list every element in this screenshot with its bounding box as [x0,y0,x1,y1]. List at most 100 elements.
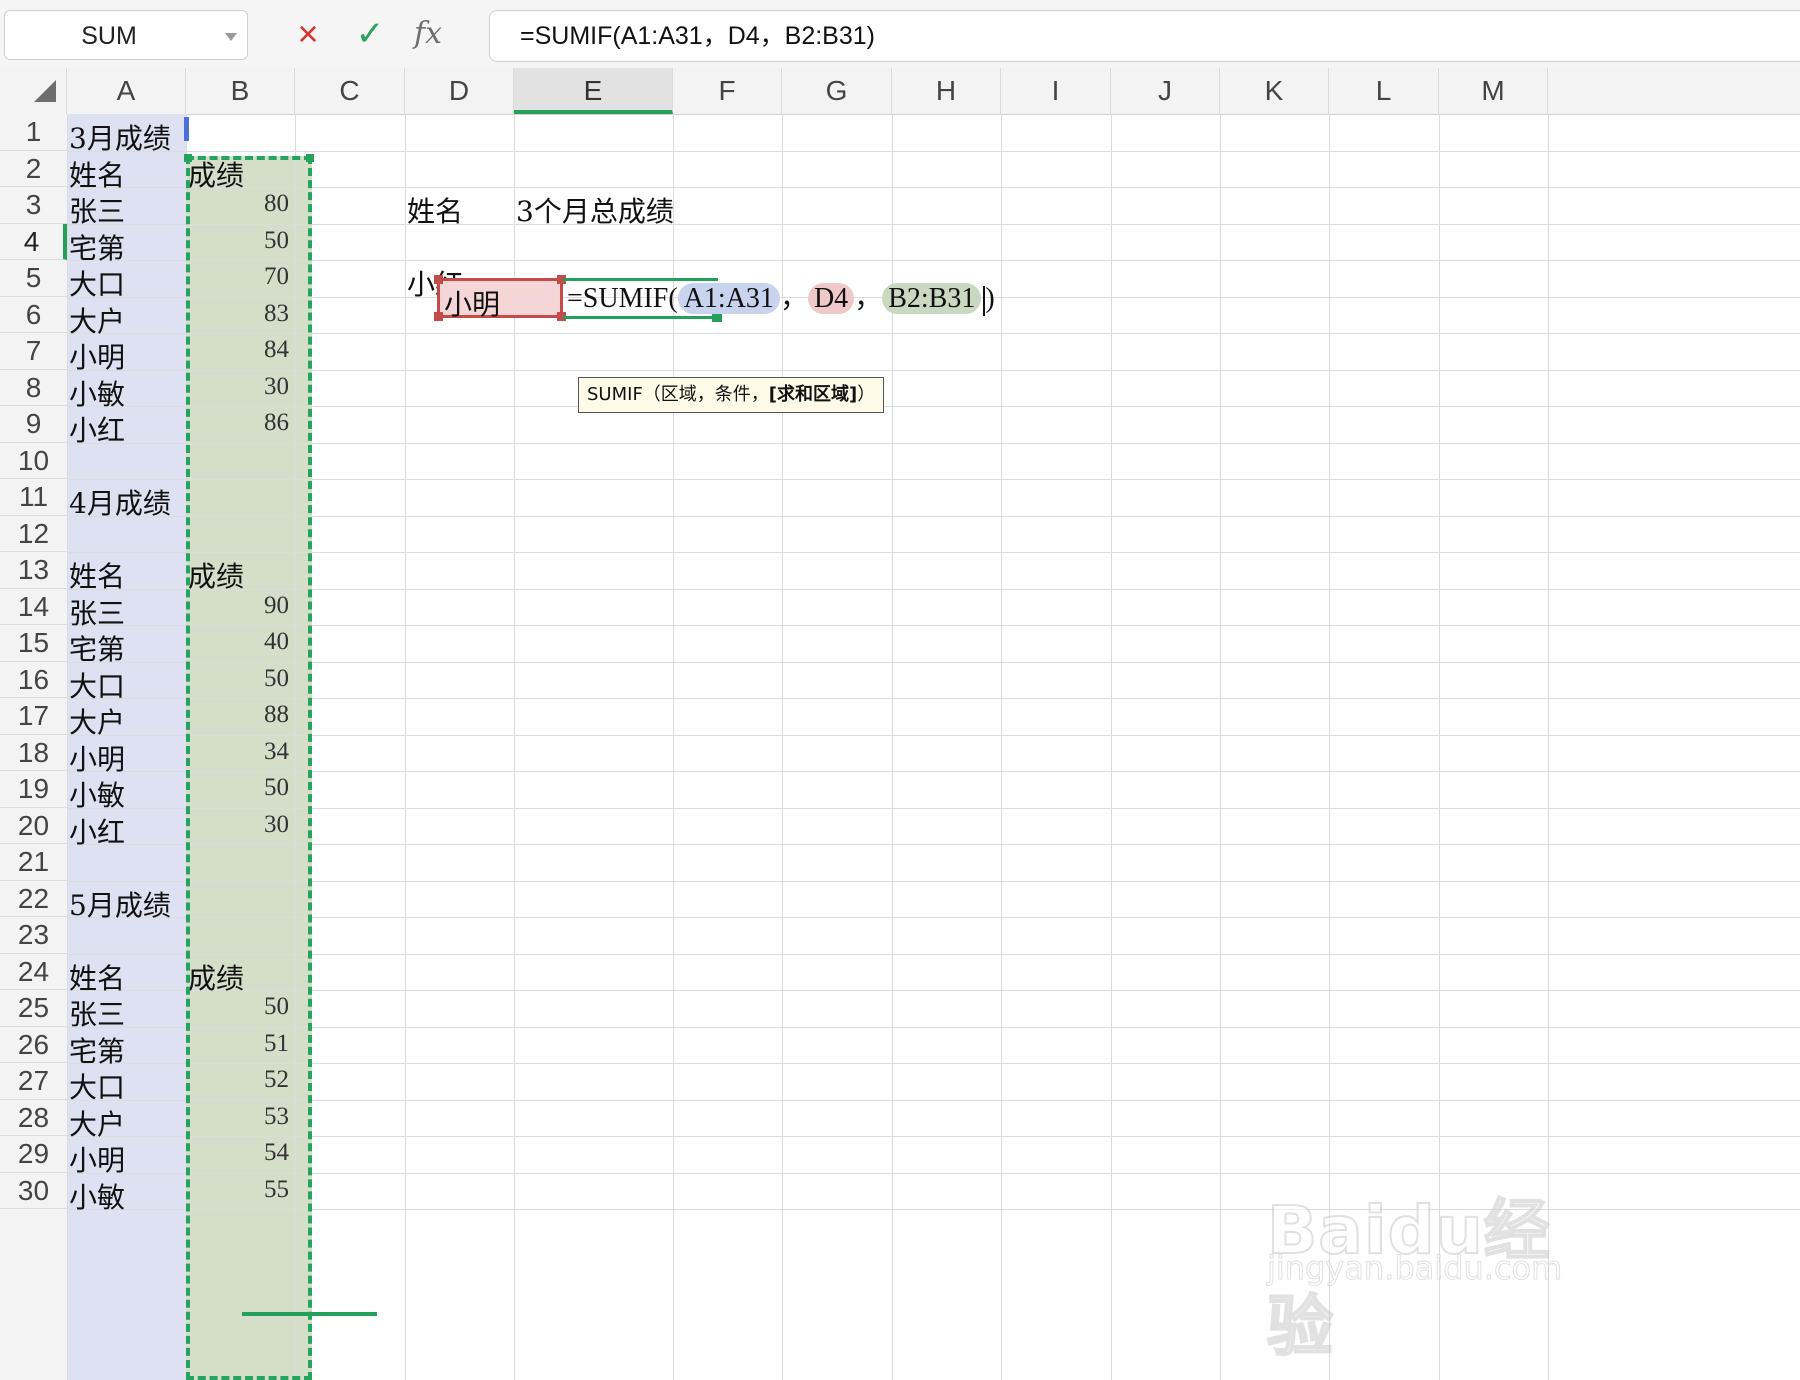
cell-a3[interactable]: 张三 [69,190,125,230]
row-header-8[interactable]: 8 [0,370,67,406]
in-cell-formula-editor[interactable]: =SUMIF(A1:A31， D4， B2:B31) [563,280,995,318]
column-header-j[interactable]: J [1111,68,1220,114]
cancel-icon[interactable]: × [288,12,328,56]
row-header-27[interactable]: 27 [0,1063,67,1100]
grid-line [67,625,1800,626]
cell-a27[interactable]: 大口 [69,1066,125,1106]
row-header-6[interactable]: 6 [0,297,67,333]
chevron-down-icon[interactable] [225,33,237,41]
watermark-url: jingyan.baidu.com [1266,1249,1563,1288]
row-header-12[interactable]: 12 [0,516,67,552]
formula-input[interactable]: =SUMIF(A1:A31，D4，B2:B31) [489,10,1800,62]
cell-a22[interactable]: 5月成绩 [69,884,171,924]
row-header-28[interactable]: 28 [0,1100,67,1136]
criteria-cell-d4[interactable]: 小明 [434,275,566,321]
row-header-7[interactable]: 7 [0,333,67,370]
confirm-icon[interactable]: ✓ [350,12,390,56]
column-header-h[interactable]: H [892,68,1001,114]
formula-ref-sum-range[interactable]: B2:B31 [882,283,982,314]
row-header-15[interactable]: 15 [0,625,67,662]
row-header-10[interactable]: 10 [0,443,67,479]
cell-a28[interactable]: 大户 [69,1103,125,1143]
cell-a14[interactable]: 张三 [69,592,125,632]
column-header-m[interactable]: M [1439,68,1548,114]
grid-line [67,844,1800,845]
column-header-f[interactable]: F [673,68,782,114]
cell-a26[interactable]: 宅第 [69,1030,125,1070]
cell-d3[interactable]: 姓名 [407,190,463,230]
cell-a16[interactable]: 大口 [69,665,125,705]
select-all-icon [34,80,56,102]
row-header-25[interactable]: 25 [0,990,67,1027]
criteria-handle[interactable] [434,312,443,321]
grid-line [67,990,1800,991]
column-header-d[interactable]: D [405,68,514,114]
formula-ref-criteria[interactable]: D4 [807,283,855,314]
cell-a13[interactable]: 姓名 [69,555,125,595]
cell-a4[interactable]: 宅第 [69,227,125,267]
name-box-value: SUM [81,22,137,50]
cell-a17[interactable]: 大户 [69,701,125,741]
grid-line [67,406,1800,407]
cell-a9[interactable]: 小红 [69,409,125,449]
cell-e3[interactable]: 3个月总成绩 [516,190,674,230]
column-header-b[interactable]: B [186,68,295,114]
formula-ref-range[interactable]: A1:A31 [677,283,780,314]
cell-a1[interactable]: 3月成绩 [69,117,171,157]
row-header-18[interactable]: 18 [0,735,67,771]
row-header-22[interactable]: 22 [0,881,67,917]
select-all-button[interactable] [0,68,67,114]
marquee-handle[interactable] [184,154,192,162]
cell-a7[interactable]: 小明 [69,336,125,376]
grid-line [67,698,1800,699]
formula-separator: ， [854,283,883,314]
cell-a29[interactable]: 小明 [69,1139,125,1179]
cell-a11[interactable]: 4月成绩 [69,482,171,522]
cell-a15[interactable]: 宅第 [69,628,125,668]
name-box[interactable]: SUM [4,10,248,60]
cell-a8[interactable]: 小敏 [69,373,125,413]
row-header-2[interactable]: 2 [0,151,67,187]
cell-a18[interactable]: 小明 [69,738,125,778]
row-header-4[interactable]: 4 [0,223,67,260]
column-header-g[interactable]: G [782,68,892,114]
row-header-29[interactable]: 29 [0,1136,67,1173]
column-header-i[interactable]: I [1001,68,1111,114]
row-header-14[interactable]: 14 [0,589,67,625]
grid-line [67,515,1800,517]
row-header-5[interactable]: 5 [0,260,67,297]
column-header-k[interactable]: K [1220,68,1329,114]
cell-a24[interactable]: 姓名 [69,957,125,997]
row-header-3[interactable]: 3 [0,187,67,224]
row-header-1[interactable]: 1 [0,114,67,151]
row-header-30[interactable]: 30 [0,1173,67,1209]
row-header-16[interactable]: 16 [0,662,67,698]
grid-line [67,552,1800,553]
cell-grid[interactable]: 3月成绩 姓名 成绩 张三 80 宅第 50 大口 70 大户 83 小明 84 小敏 30 小红 86 4月成绩… [67,114,1800,1380]
column-header-e[interactable]: E [514,68,673,114]
row-header-9[interactable]: 9 [0,406,67,443]
grid-line [67,223,1800,225]
row-header-24[interactable]: 24 [0,954,67,990]
row-header-13[interactable]: 13 [0,552,67,589]
column-header-l[interactable]: L [1329,68,1439,114]
marquee-handle[interactable] [306,154,314,162]
cell-a6[interactable]: 大户 [69,300,125,340]
cell-a19[interactable]: 小敏 [69,774,125,814]
row-header-17[interactable]: 17 [0,698,67,735]
cell-a25[interactable]: 张三 [69,993,125,1033]
cell-a2[interactable]: 姓名 [69,154,125,194]
row-header-21[interactable]: 21 [0,844,67,881]
cell-a5[interactable]: 大口 [69,263,125,303]
row-header-19[interactable]: 19 [0,771,67,808]
insert-function-icon[interactable]: fx [408,12,448,56]
row-header-11[interactable]: 11 [0,479,67,516]
column-header-a[interactable]: A [67,68,186,114]
column-header-c[interactable]: C [295,68,405,114]
row-header-26[interactable]: 26 [0,1027,67,1063]
cell-a30[interactable]: 小敏 [69,1176,125,1216]
criteria-handle[interactable] [434,275,443,284]
row-header-23[interactable]: 23 [0,917,67,954]
cell-a20[interactable]: 小红 [69,811,125,851]
row-header-20[interactable]: 20 [0,808,67,844]
